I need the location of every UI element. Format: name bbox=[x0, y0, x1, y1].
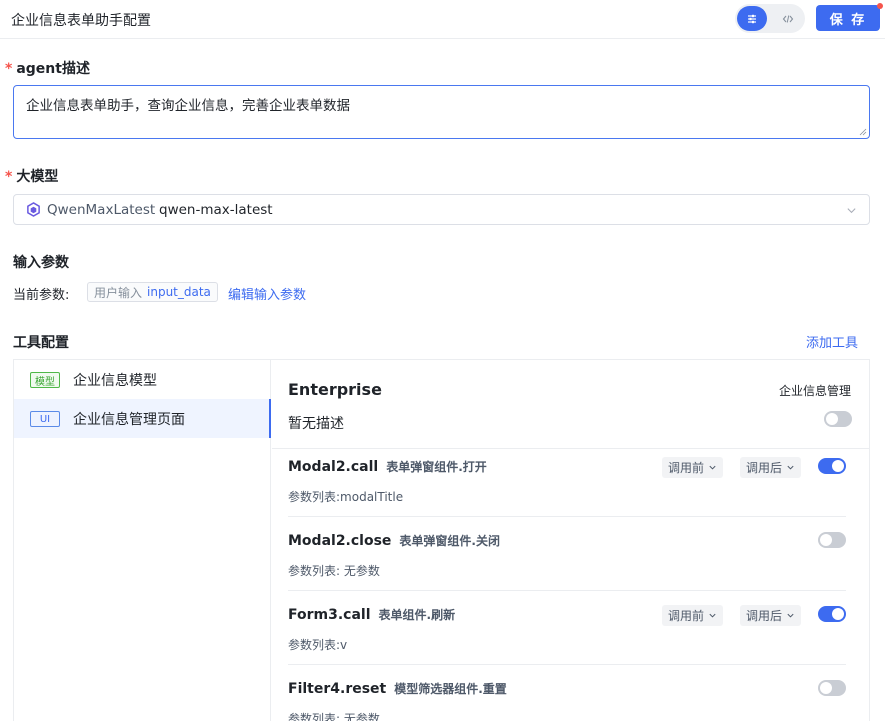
current-params-label: 当前参数: bbox=[13, 288, 70, 303]
chevron-down-icon bbox=[787, 465, 794, 470]
chevron-down-icon bbox=[787, 613, 794, 618]
model-id: qwen-max-latest bbox=[159, 202, 273, 218]
action-modal2-close: Modal2.close 表单弹窗组件.关闭 bbox=[288, 532, 500, 549]
input-params-label: 输入参数 bbox=[13, 255, 69, 271]
action-form3-call: Form3.call 表单组件.刷新 bbox=[288, 606, 455, 623]
divider bbox=[288, 590, 846, 591]
model-select[interactable]: QwenMaxLatest qwen-max-latest bbox=[13, 194, 870, 225]
chevron-down-icon bbox=[709, 465, 716, 470]
action-enable-switch[interactable] bbox=[818, 458, 846, 474]
tool-tag-model: 模型 bbox=[30, 372, 60, 388]
tool-item-label: 企业信息管理页面 bbox=[73, 412, 185, 428]
action-name: Modal2.call bbox=[288, 459, 379, 475]
resize-handle-icon[interactable] bbox=[859, 128, 867, 136]
divider bbox=[288, 664, 846, 665]
action-name: Form3.call bbox=[288, 607, 371, 623]
add-tool-link[interactable]: 添加工具 bbox=[806, 332, 858, 351]
dropdown-label: 调用前 bbox=[668, 609, 705, 623]
tool-enable-switch[interactable] bbox=[824, 411, 852, 427]
tool-detail-subtitle: 企业信息管理 bbox=[778, 384, 851, 398]
tool-detail: Enterprise 企业信息管理 暂无描述 Modal2.call 表单弹窗组件… bbox=[272, 360, 869, 721]
tools-panel: 模型 企业信息模型 UI 企业信息管理页面 Enterprise 企业信息管理 … bbox=[13, 359, 870, 721]
code-view-button[interactable] bbox=[773, 6, 803, 31]
action-name: Filter4.reset bbox=[288, 681, 387, 697]
qwen-logo-icon bbox=[27, 202, 40, 217]
agent-desc-label-text: agent描述 bbox=[16, 61, 90, 77]
action-desc: 模型筛选器组件.重置 bbox=[394, 682, 507, 696]
param-chip: 用户输入 input_data bbox=[87, 282, 218, 302]
sliders-icon bbox=[748, 14, 756, 23]
model-label: * 大模型 bbox=[5, 166, 58, 186]
notification-dot bbox=[877, 3, 883, 9]
page-title: 企业信息表单助手配置 bbox=[11, 13, 151, 29]
chevron-down-icon bbox=[847, 208, 856, 214]
action-filter4-reset: Filter4.reset 模型筛选器组件.重置 bbox=[288, 680, 507, 697]
action-params: 参数列表:modalTitle bbox=[288, 490, 404, 504]
tool-item-model[interactable]: 模型 企业信息模型 bbox=[14, 360, 270, 399]
form-view-button[interactable] bbox=[737, 6, 767, 31]
action-modal2-call: Modal2.call 表单弹窗组件.打开 bbox=[288, 458, 487, 475]
after-call-dropdown[interactable]: 调用后 bbox=[740, 605, 802, 626]
save-button[interactable]: 保 存 bbox=[816, 5, 880, 31]
action-enable-switch[interactable] bbox=[818, 532, 846, 548]
dropdown-label: 调用后 bbox=[746, 461, 783, 475]
agent-desc-value: 企业信息表单助手，查询企业信息，完善企业表单数据 bbox=[26, 98, 350, 114]
tool-list: 模型 企业信息模型 UI 企业信息管理页面 bbox=[14, 360, 271, 721]
agent-desc-label: * agent描述 bbox=[5, 58, 90, 78]
before-call-dropdown[interactable]: 调用前 bbox=[662, 457, 724, 478]
action-params: 参数列表: 无参数 bbox=[288, 564, 380, 578]
tool-tag-ui: UI bbox=[30, 411, 60, 427]
tool-detail-description: 暂无描述 bbox=[288, 416, 344, 432]
model-provider: QwenMaxLatest bbox=[47, 202, 156, 218]
action-desc: 表单弹窗组件.打开 bbox=[386, 460, 487, 474]
required-mark: * bbox=[5, 61, 13, 77]
header: 企业信息表单助手配置 保 存 bbox=[0, 0, 885, 39]
action-enable-switch[interactable] bbox=[818, 680, 846, 696]
action-params: 参数列表: 无参数 bbox=[288, 712, 380, 721]
tool-detail-title: Enterprise bbox=[288, 380, 382, 399]
required-mark: * bbox=[5, 169, 13, 185]
chevron-down-icon bbox=[709, 613, 716, 618]
view-toggle[interactable] bbox=[735, 4, 805, 33]
model-label-text: 大模型 bbox=[16, 169, 59, 185]
action-enable-switch[interactable] bbox=[818, 606, 846, 622]
tool-item-ui[interactable]: UI 企业信息管理页面 bbox=[14, 399, 271, 438]
chip-value: input_data bbox=[147, 285, 211, 299]
action-name: Modal2.close bbox=[288, 533, 392, 549]
before-call-dropdown[interactable]: 调用前 bbox=[662, 605, 724, 626]
tools-label: 工具配置 bbox=[13, 335, 69, 351]
agent-desc-textarea[interactable]: 企业信息表单助手，查询企业信息，完善企业表单数据 bbox=[13, 85, 870, 139]
selection-indicator bbox=[269, 399, 271, 438]
divider bbox=[288, 516, 846, 517]
dropdown-label: 调用后 bbox=[746, 609, 783, 623]
code-icon bbox=[782, 14, 794, 23]
chip-label: 用户输入 bbox=[94, 285, 143, 300]
action-params: 参数列表:v bbox=[288, 638, 348, 652]
dropdown-label: 调用前 bbox=[668, 461, 705, 475]
edit-input-params-link[interactable]: 编辑输入参数 bbox=[228, 284, 306, 303]
tool-item-label: 企业信息模型 bbox=[73, 373, 157, 389]
divider bbox=[272, 448, 869, 449]
after-call-dropdown[interactable]: 调用后 bbox=[740, 457, 802, 478]
action-desc: 表单组件.刷新 bbox=[378, 608, 456, 622]
action-desc: 表单弹窗组件.关闭 bbox=[399, 534, 500, 548]
